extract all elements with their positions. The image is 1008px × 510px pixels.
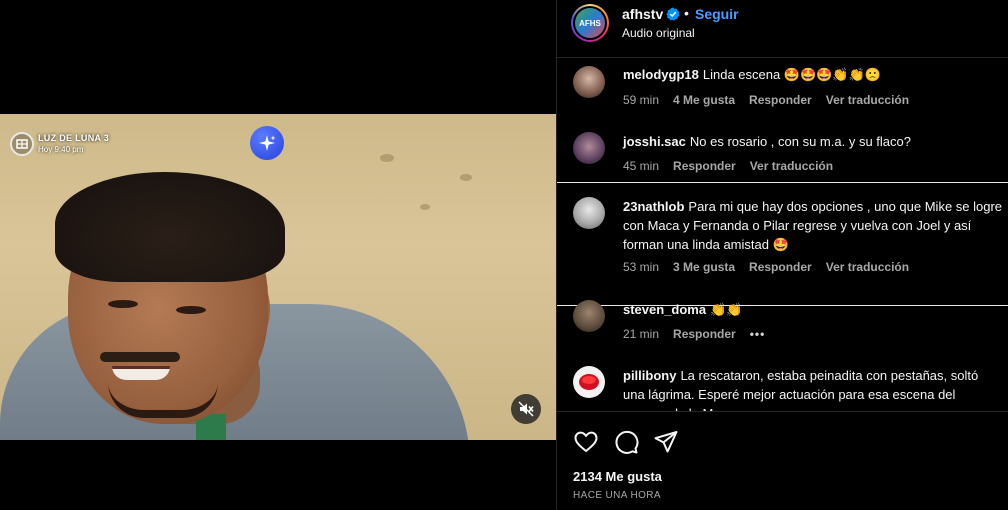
reply-button[interactable]: Responder	[749, 93, 812, 107]
avatar[interactable]	[573, 197, 605, 229]
comment-item-selected: 23nathlob Para mi que hay dos opciones , …	[557, 182, 1008, 306]
comment-likes[interactable]: 4 Me gusta	[673, 93, 735, 107]
channel-time: Hoy 9:40 pm	[38, 145, 84, 154]
comment-icon[interactable]	[613, 429, 639, 455]
muted-speaker-icon[interactable]	[511, 394, 541, 424]
comment-item: steven_doma 👏👏 21 min Responder •••	[557, 298, 1008, 354]
avatar[interactable]	[573, 366, 605, 398]
video-person-eye	[176, 306, 206, 314]
sparkle-icon[interactable]	[250, 126, 284, 160]
translate-button[interactable]: Ver traducción	[826, 260, 909, 274]
comment-username[interactable]: 23nathlob	[623, 199, 684, 214]
comment-item: pillibony La rescataron, estaba peinadita…	[557, 364, 1008, 411]
comment-text: No es rosario , con su m.a. y su flaco?	[689, 134, 911, 149]
post-header: AFHS afhstv • Seguir Audio original	[557, 0, 1008, 58]
comment-meta: 59 min 4 Me gusta Responder Ver traducción	[623, 93, 923, 107]
comment-text-block: melodygp18 Linda escena 🤩🤩🤩👏👏🙁	[623, 65, 1003, 84]
reply-button[interactable]: Responder	[673, 159, 736, 173]
comment-username[interactable]: melodygp18	[623, 67, 699, 82]
heart-icon[interactable]	[573, 429, 599, 455]
video-person-mouth	[112, 366, 170, 380]
comment-text: 👏👏	[710, 302, 743, 317]
comment-text: La rescataron, estaba peinadita con pest…	[623, 368, 979, 411]
video-player[interactable]: LUZ DE LUNA 3 Hoy 9:40 pm	[0, 114, 556, 440]
video-person-hair	[55, 172, 285, 282]
comments-list[interactable]: melodygp18 Linda escena 🤩🤩🤩👏👏🙁 59 min 4 Me…	[557, 58, 1008, 411]
translate-button[interactable]: Ver traducción	[750, 159, 833, 173]
comment-username[interactable]: josshi.sac	[623, 134, 686, 149]
channel-logo-icon	[10, 132, 34, 156]
post-timestamp: HACE UNA HORA	[573, 490, 661, 501]
post-actions-bar: 2134 Me gusta HACE UNA HORA	[557, 411, 1008, 510]
post-author-username[interactable]: afhstv	[622, 6, 663, 22]
comment-meta: 45 min Responder Ver traducción	[623, 159, 847, 173]
more-options-icon[interactable]: •••	[750, 327, 766, 341]
reply-button[interactable]: Responder	[749, 260, 812, 274]
comment-text-block: steven_doma 👏👏	[623, 300, 1003, 319]
comment-item: melodygp18 Linda escena 🤩🤩🤩👏👏🙁 59 min 4 Me…	[557, 58, 1008, 124]
video-person-mustache	[100, 352, 180, 362]
avatar-image: AFHS	[575, 8, 605, 38]
translate-button[interactable]: Ver traducción	[826, 93, 909, 107]
comment-time: 45 min	[623, 159, 660, 173]
post-side-panel: AFHS afhstv • Seguir Audio original melo…	[556, 0, 1008, 510]
channel-logo-glyph	[16, 139, 28, 149]
verified-badge-icon	[666, 7, 680, 21]
background-detail	[420, 204, 430, 210]
comment-username[interactable]: pillibony	[623, 368, 676, 383]
audio-link[interactable]: Audio original	[622, 26, 695, 40]
share-icon[interactable]	[653, 429, 679, 455]
comment-text: Linda escena 🤩🤩🤩👏👏🙁	[702, 67, 881, 82]
background-detail	[460, 174, 472, 181]
follow-button[interactable]: Seguir	[695, 6, 739, 22]
comment-item: josshi.sac No es rosario , con su m.a. y …	[557, 124, 1008, 184]
media-pane: LUZ DE LUNA 3 Hoy 9:40 pm	[0, 0, 556, 510]
comment-username[interactable]: steven_doma	[623, 302, 706, 317]
avatar[interactable]	[573, 66, 605, 98]
sparkle-glyph	[259, 135, 276, 151]
post-author-avatar[interactable]: AFHS	[571, 4, 609, 42]
header-separator: •	[684, 5, 689, 21]
comment-meta: 21 min Responder •••	[623, 327, 779, 341]
channel-name: LUZ DE LUNA 3	[38, 133, 110, 143]
avatar[interactable]	[573, 300, 605, 332]
avatar-logo-icon	[579, 374, 599, 390]
post-likes-count[interactable]: 2134 Me gusta	[573, 469, 662, 484]
comment-text-block: pillibony La rescataron, estaba peinadita…	[623, 366, 1003, 411]
muted-speaker-glyph	[518, 401, 534, 417]
comment-meta: 53 min 3 Me gusta Responder Ver traducción	[623, 260, 923, 274]
avatar-ring-inner: AFHS	[573, 6, 607, 40]
video-person-eye	[108, 300, 138, 308]
background-detail	[380, 154, 394, 162]
reply-button[interactable]: Responder	[673, 327, 736, 341]
comment-text-block: josshi.sac No es rosario , con su m.a. y …	[623, 132, 1003, 151]
comment-time: 53 min	[623, 260, 660, 274]
comment-time: 21 min	[623, 327, 660, 341]
avatar[interactable]	[573, 132, 605, 164]
comment-text-block: 23nathlob Para mi que hay dos opciones , …	[623, 197, 1003, 254]
comment-likes[interactable]: 3 Me gusta	[673, 260, 735, 274]
comment-time: 59 min	[623, 93, 660, 107]
